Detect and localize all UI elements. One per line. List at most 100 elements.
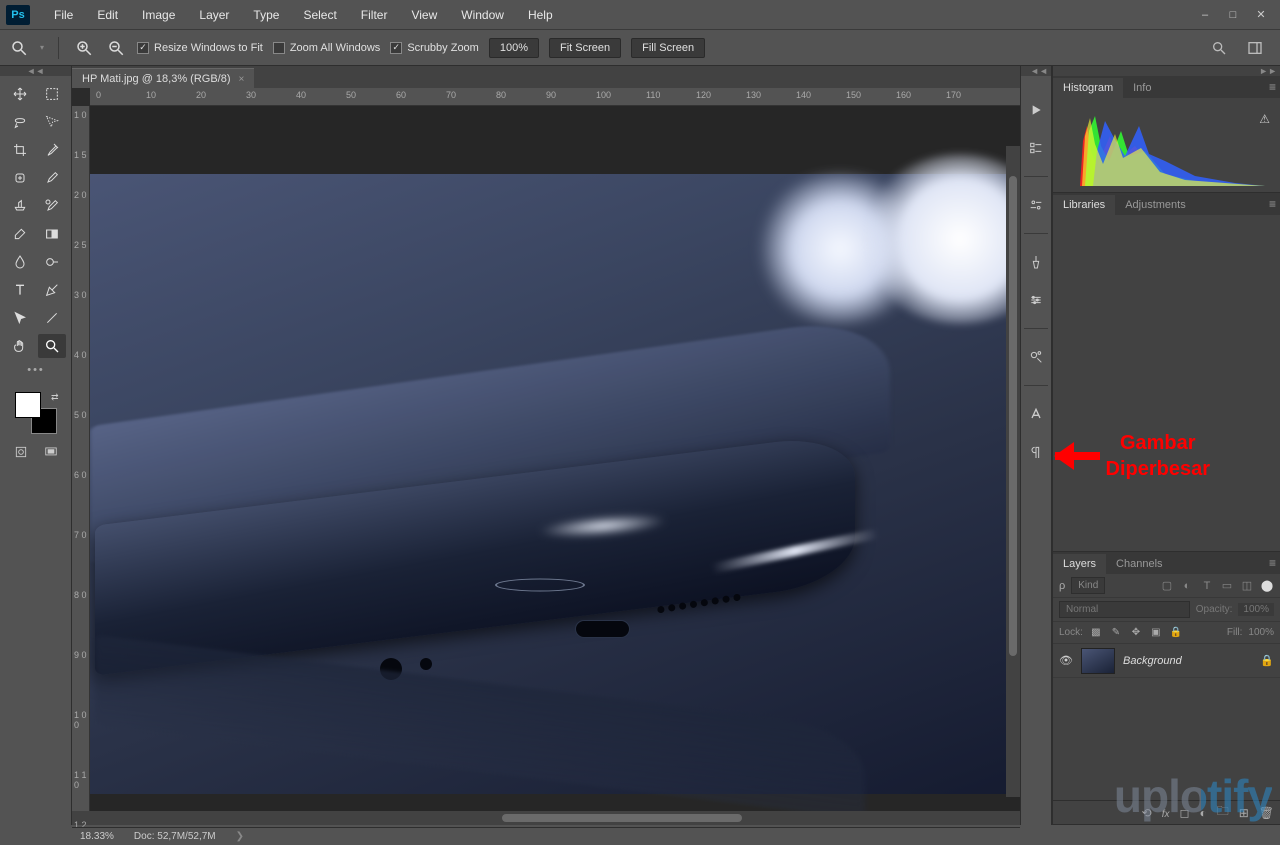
clone-source-panel-icon[interactable] [1026, 347, 1046, 367]
tab-channels[interactable]: Channels [1106, 554, 1172, 574]
blend-mode-select[interactable]: Normal [1059, 601, 1190, 618]
horizontal-scrollbar[interactable] [72, 811, 1020, 825]
window-maximize-button[interactable]: □ [1226, 8, 1240, 22]
menu-select[interactable]: Select [293, 4, 346, 26]
zoom-in-icon[interactable] [73, 37, 95, 59]
search-icon[interactable] [1208, 37, 1230, 59]
tool-preset-dropdown-icon[interactable]: ▾ [40, 43, 44, 52]
filter-type-icon[interactable]: T [1200, 579, 1214, 593]
zoom-all-windows-checkbox[interactable]: Zoom All Windows [273, 42, 380, 54]
menu-edit[interactable]: Edit [87, 4, 128, 26]
line-tool-icon[interactable] [38, 306, 66, 330]
layer-lock-icon[interactable]: 🔒 [1260, 654, 1274, 667]
fill-value[interactable]: 100% [1248, 627, 1274, 638]
clone-stamp-tool-icon[interactable] [6, 194, 34, 218]
tab-histogram[interactable]: Histogram [1053, 78, 1123, 98]
canvas[interactable] [90, 106, 1020, 811]
status-more-icon[interactable]: ❯ [236, 831, 244, 842]
menu-layer[interactable]: Layer [189, 4, 239, 26]
zoom-percent-button[interactable]: 100% [489, 38, 539, 58]
lock-artboard-icon[interactable]: ▣ [1149, 627, 1163, 638]
status-doc-size[interactable]: Doc: 52,7M/52,7M [134, 831, 216, 842]
menu-window[interactable]: Window [451, 4, 514, 26]
filter-search-icon[interactable]: ρ [1059, 580, 1065, 592]
vertical-ruler[interactable]: 1 0 1 5 2 0 2 5 3 0 4 0 5 0 6 0 7 0 8 0 … [72, 106, 90, 811]
panel-menu-icon[interactable]: ≡ [1269, 556, 1276, 570]
color-swatches[interactable]: ⇄ [15, 392, 57, 434]
close-tab-icon[interactable]: × [239, 74, 245, 85]
horizontal-ruler[interactable]: 0 10 20 30 40 50 60 70 80 90 100 110 120… [90, 88, 1020, 106]
lock-transparent-icon[interactable]: ▩ [1089, 627, 1103, 638]
lock-pixels-icon[interactable]: ✎ [1109, 627, 1123, 638]
tab-layers[interactable]: Layers [1053, 554, 1106, 574]
edit-toolbar-icon[interactable]: ••• [6, 362, 66, 378]
filter-smart-icon[interactable]: ◫ [1240, 579, 1254, 593]
layer-thumbnail[interactable] [1081, 648, 1115, 674]
workspace-switcher-icon[interactable] [1244, 37, 1266, 59]
actions-panel-icon[interactable] [1026, 100, 1046, 120]
fit-screen-button[interactable]: Fit Screen [549, 38, 621, 58]
filter-shape-icon[interactable]: ▭ [1220, 579, 1234, 593]
menu-filter[interactable]: Filter [351, 4, 398, 26]
filter-pixel-icon[interactable]: ▢ [1160, 579, 1174, 593]
menu-view[interactable]: View [401, 4, 447, 26]
tab-adjustments[interactable]: Adjustments [1115, 195, 1196, 215]
gradient-tool-icon[interactable] [38, 222, 66, 246]
layer-filter-kind[interactable]: Kind [1071, 577, 1105, 594]
menu-file[interactable]: File [44, 4, 83, 26]
screen-mode-icon[interactable] [39, 442, 63, 462]
fill-screen-button[interactable]: Fill Screen [631, 38, 705, 58]
brushes-panel-icon[interactable] [1026, 252, 1046, 272]
lock-all-icon[interactable]: 🔒 [1169, 627, 1183, 638]
dock-collapse-handle[interactable]: ◄◄ [1021, 66, 1051, 76]
resize-windows-checkbox[interactable]: ✓Resize Windows to Fit [137, 42, 263, 54]
blur-tool-icon[interactable] [6, 250, 34, 274]
current-tool-icon[interactable] [8, 37, 30, 59]
hand-tool-icon[interactable] [6, 334, 34, 358]
properties-panel-icon[interactable] [1026, 195, 1046, 215]
eyedropper-tool-icon[interactable] [38, 138, 66, 162]
swap-colors-icon[interactable]: ⇄ [51, 392, 59, 403]
pen-tool-icon[interactable] [38, 278, 66, 302]
layer-row[interactable]: 👁 Background 🔒 [1053, 644, 1280, 678]
path-select-tool-icon[interactable] [6, 306, 34, 330]
dodge-tool-icon[interactable] [38, 250, 66, 274]
layer-visibility-icon[interactable]: 👁 [1059, 654, 1073, 667]
quick-mask-icon[interactable] [9, 442, 33, 462]
layer-name[interactable]: Background [1123, 655, 1252, 667]
zoom-tool-icon[interactable] [38, 334, 66, 358]
zoom-out-icon[interactable] [105, 37, 127, 59]
marquee-tool-icon[interactable] [38, 82, 66, 106]
tools-collapse-handle[interactable]: ◄◄ [0, 66, 71, 76]
foreground-color[interactable] [15, 392, 41, 418]
status-zoom[interactable]: 18.33% [80, 831, 114, 842]
type-tool-icon[interactable] [6, 278, 34, 302]
character-panel-icon[interactable] [1026, 404, 1046, 424]
scrubby-zoom-checkbox[interactable]: ✓Scrubby Zoom [390, 42, 479, 54]
menu-image[interactable]: Image [132, 4, 185, 26]
quick-select-tool-icon[interactable] [38, 110, 66, 134]
window-minimize-button[interactable]: – [1198, 8, 1212, 22]
window-close-button[interactable]: ✕ [1254, 8, 1268, 22]
panel-menu-icon[interactable]: ≡ [1269, 80, 1276, 94]
eraser-tool-icon[interactable] [6, 222, 34, 246]
crop-tool-icon[interactable] [6, 138, 34, 162]
document-tab[interactable]: HP Mati.jpg @ 18,3% (RGB/8) × [72, 68, 254, 88]
history-brush-tool-icon[interactable] [38, 194, 66, 218]
move-tool-icon[interactable] [6, 82, 34, 106]
tab-libraries[interactable]: Libraries [1053, 195, 1115, 215]
filter-adjust-icon[interactable]: ◐ [1180, 579, 1194, 593]
vertical-scrollbar[interactable] [1006, 146, 1020, 797]
healing-brush-tool-icon[interactable] [6, 166, 34, 190]
panels-collapse-handle[interactable]: ►► [1053, 66, 1280, 76]
lasso-tool-icon[interactable] [6, 110, 34, 134]
menu-type[interactable]: Type [243, 4, 289, 26]
panel-menu-icon[interactable]: ≡ [1269, 197, 1276, 211]
tab-info[interactable]: Info [1123, 78, 1161, 98]
brush-settings-panel-icon[interactable] [1026, 290, 1046, 310]
history-panel-icon[interactable] [1026, 138, 1046, 158]
brush-tool-icon[interactable] [38, 166, 66, 190]
opacity-value[interactable]: 100% [1238, 603, 1274, 616]
lock-position-icon[interactable]: ✥ [1129, 627, 1143, 638]
menu-help[interactable]: Help [518, 4, 563, 26]
